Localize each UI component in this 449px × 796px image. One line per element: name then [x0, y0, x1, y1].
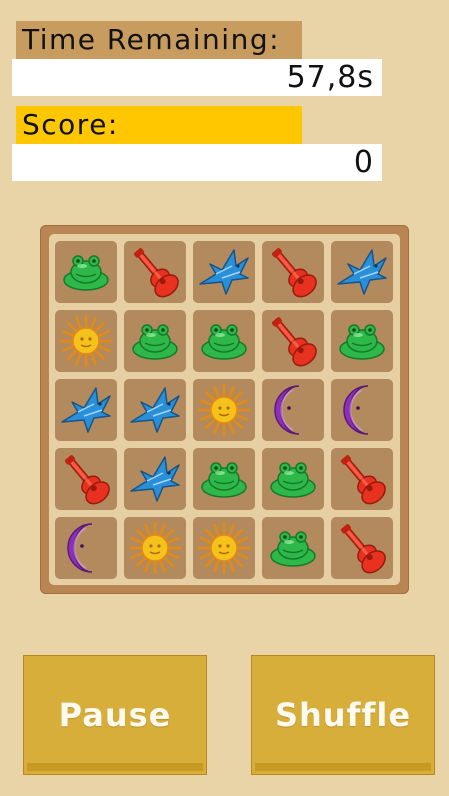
frog-icon — [196, 313, 252, 369]
bird-icon — [127, 451, 183, 507]
tile-frog[interactable] — [55, 241, 117, 303]
tile-frog[interactable] — [262, 448, 324, 510]
sun-icon — [127, 520, 183, 576]
guitar-icon — [334, 451, 390, 507]
tile-frog[interactable] — [193, 448, 255, 510]
frog-icon — [58, 244, 114, 300]
guitar-icon — [265, 313, 321, 369]
tile-frog[interactable] — [331, 310, 393, 372]
tile-sun[interactable] — [193, 517, 255, 579]
tile-bird[interactable] — [124, 379, 186, 441]
frog-icon — [265, 451, 321, 507]
bird-icon — [127, 382, 183, 438]
bird-icon — [58, 382, 114, 438]
game-board — [40, 225, 409, 594]
tile-bird[interactable] — [55, 379, 117, 441]
tile-guitar[interactable] — [262, 241, 324, 303]
time-remaining-value: 57,8s — [12, 59, 382, 96]
tile-frog[interactable] — [193, 310, 255, 372]
board-grid — [49, 234, 400, 585]
moon-icon — [265, 382, 321, 438]
frog-icon — [334, 313, 390, 369]
score-label: Score: — [16, 106, 302, 144]
bird-icon — [334, 244, 390, 300]
sun-icon — [58, 313, 114, 369]
tile-guitar[interactable] — [331, 517, 393, 579]
guitar-icon — [265, 244, 321, 300]
tile-bird[interactable] — [124, 448, 186, 510]
tile-frog[interactable] — [262, 517, 324, 579]
tile-bird[interactable] — [331, 241, 393, 303]
tile-frog[interactable] — [124, 310, 186, 372]
moon-icon — [58, 520, 114, 576]
frog-icon — [127, 313, 183, 369]
score-value: 0 — [12, 144, 382, 181]
sun-icon — [196, 382, 252, 438]
tile-sun[interactable] — [193, 379, 255, 441]
frog-icon — [265, 520, 321, 576]
tile-moon[interactable] — [55, 517, 117, 579]
tile-guitar[interactable] — [331, 448, 393, 510]
sun-icon — [196, 520, 252, 576]
shuffle-button[interactable]: Shuffle — [251, 655, 435, 775]
guitar-icon — [334, 520, 390, 576]
tile-moon[interactable] — [331, 379, 393, 441]
tile-guitar[interactable] — [55, 448, 117, 510]
tile-sun[interactable] — [124, 517, 186, 579]
pause-button[interactable]: Pause — [23, 655, 207, 775]
tile-bird[interactable] — [193, 241, 255, 303]
time-remaining-label: Time Remaining: — [16, 21, 302, 59]
bird-icon — [196, 244, 252, 300]
guitar-icon — [127, 244, 183, 300]
guitar-icon — [58, 451, 114, 507]
tile-sun[interactable] — [55, 310, 117, 372]
tile-guitar[interactable] — [262, 310, 324, 372]
frog-icon — [196, 451, 252, 507]
tile-moon[interactable] — [262, 379, 324, 441]
tile-guitar[interactable] — [124, 241, 186, 303]
moon-icon — [334, 382, 390, 438]
